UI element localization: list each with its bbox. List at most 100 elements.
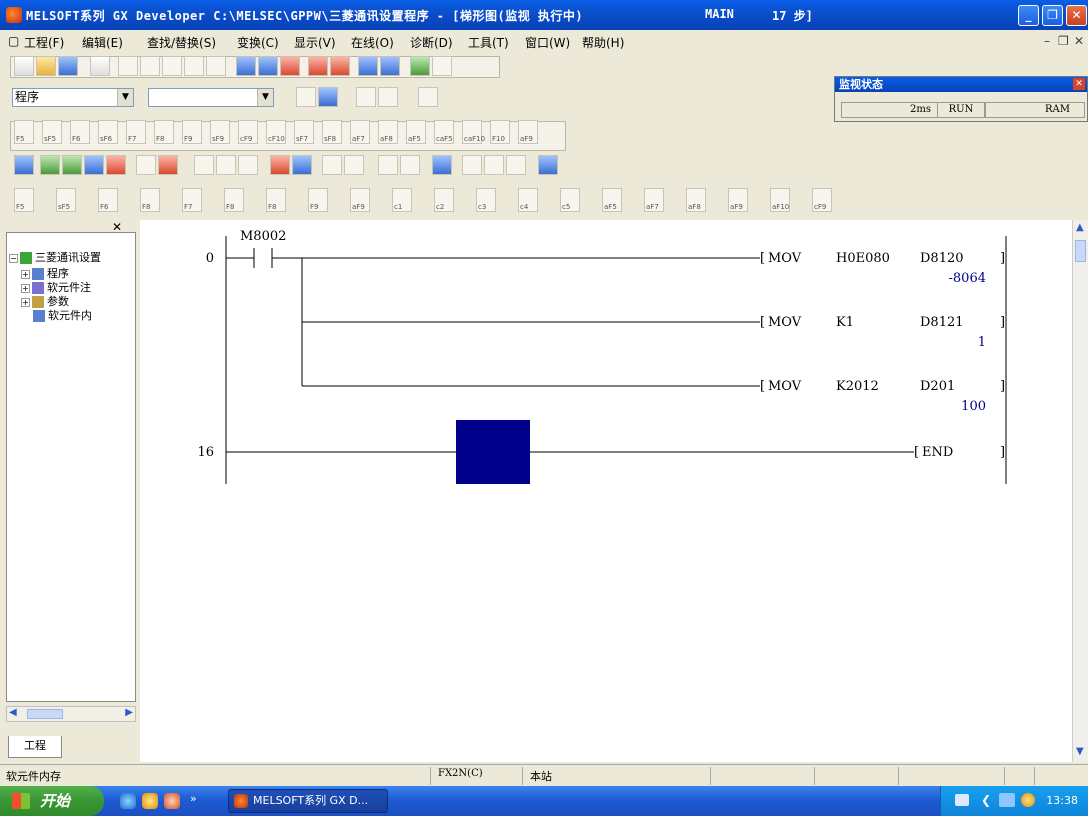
write-mode-icon[interactable] — [216, 155, 236, 175]
trace-icon[interactable] — [136, 155, 156, 175]
redo-icon[interactable] — [206, 56, 226, 76]
monitor-stop-icon[interactable] — [380, 56, 400, 76]
ladder-symbol-button[interactable]: aF7 — [350, 120, 370, 144]
ladder-symbol-button[interactable]: aF9 — [350, 188, 370, 212]
ladder-symbol-button[interactable]: aF8 — [686, 188, 706, 212]
paste-icon[interactable] — [162, 56, 182, 76]
search-icon[interactable] — [432, 155, 452, 175]
start-button[interactable]: 开始 — [0, 786, 104, 816]
scroll-right-icon[interactable]: ▶ — [125, 707, 133, 718]
diagnostic-icon[interactable] — [270, 155, 290, 175]
expand-icon[interactable]: + — [21, 269, 30, 279]
program-select[interactable]: 程序 ▼ — [12, 88, 134, 107]
ladder-editor[interactable]: M8002 0 16 [ MOV H0E080 D8120 ] -8064 [ … — [140, 220, 1072, 762]
find-contact-icon[interactable] — [280, 56, 300, 76]
ladder-symbol-button[interactable]: F6 — [98, 188, 118, 212]
close-icon[interactable]: ✕ — [1073, 78, 1085, 90]
menu-window[interactable]: 窗口(W) — [525, 34, 570, 51]
ladder-symbol-button[interactable]: cF9 — [238, 120, 258, 144]
ladder-symbol-button[interactable]: c5 — [560, 188, 580, 212]
ladder-symbol-button[interactable]: aF5 — [602, 188, 622, 212]
device-comment-icon[interactable] — [356, 87, 376, 107]
chevron-right-icon[interactable]: » — [190, 792, 197, 805]
menu-project[interactable]: 工程(F) — [24, 34, 64, 51]
mdi-restore-button[interactable]: ❐ — [1058, 34, 1069, 48]
ladder-symbol-button[interactable]: F10 — [490, 120, 510, 144]
app-quick-icon[interactable] — [164, 793, 180, 809]
ladder-vertical-scrollbar[interactable]: ▲ ▼ — [1072, 220, 1088, 762]
ladder-symbol-button[interactable]: sF9 — [210, 120, 230, 144]
ladder-symbol-button[interactable]: F8 — [224, 188, 244, 212]
monitor-start-icon[interactable] — [358, 56, 378, 76]
media-icon[interactable] — [142, 793, 158, 809]
ladder-symbol-button[interactable]: caF5 — [434, 120, 454, 144]
block-select[interactable]: ▼ — [148, 88, 274, 107]
ladder-symbol-button[interactable]: aF9 — [518, 120, 538, 144]
mdi-close-button[interactable]: ✕ — [1074, 34, 1084, 48]
ladder-symbol-button[interactable]: F9 — [182, 120, 202, 144]
ladder-symbol-button[interactable]: aF5 — [406, 120, 426, 144]
entry-data-icon[interactable] — [40, 155, 60, 175]
menu-tools[interactable]: 工具(T) — [468, 34, 509, 51]
tree-item-device-memory[interactable]: 软元件内 — [33, 307, 92, 323]
copy-icon[interactable] — [140, 56, 160, 76]
open-folder-icon[interactable] — [36, 56, 56, 76]
note-icon[interactable] — [418, 87, 438, 107]
ladder-symbol-button[interactable]: c2 — [434, 188, 454, 212]
taskbar-task-button[interactable]: MELSOFT系列 GX D... — [228, 789, 388, 813]
ladder-symbol-button[interactable]: F7 — [126, 120, 146, 144]
read-mode-icon[interactable] — [194, 155, 214, 175]
device-check-icon[interactable] — [400, 155, 420, 175]
expand-icon[interactable]: + — [21, 297, 30, 307]
ladder-symbol-button[interactable]: F8 — [140, 188, 160, 212]
read-plc-icon[interactable] — [308, 56, 328, 76]
network-icon[interactable] — [999, 793, 1015, 807]
zoom-icon[interactable] — [432, 56, 452, 76]
scroll-up-icon[interactable]: ▲ — [1076, 222, 1084, 233]
ladder-symbol-button[interactable]: F5 — [14, 120, 34, 144]
ladder-list-toggle-icon[interactable] — [318, 87, 338, 107]
program-check-icon[interactable] — [378, 155, 398, 175]
ladder-symbol-button[interactable]: F7 — [182, 188, 202, 212]
ladder-symbol-button[interactable]: sF5 — [56, 188, 76, 212]
menu-view[interactable]: 显示(V) — [294, 34, 336, 51]
menu-online[interactable]: 在线(O) — [351, 34, 394, 51]
ladder-symbol-button[interactable]: sF5 — [42, 120, 62, 144]
ladder-symbol-button[interactable]: aF8 — [378, 120, 398, 144]
save-icon[interactable] — [58, 56, 78, 76]
step-skip-icon[interactable] — [484, 155, 504, 175]
step-partial-icon[interactable] — [506, 155, 526, 175]
ladder-view-icon[interactable] — [410, 56, 430, 76]
zoom-in-icon[interactable] — [292, 155, 312, 175]
print-icon[interactable] — [90, 56, 110, 76]
ladder-symbol-button[interactable]: aF10 — [770, 188, 790, 212]
sum-icon[interactable] — [344, 155, 364, 175]
menu-diagnostics[interactable]: 诊断(D) — [410, 34, 453, 51]
menu-edit[interactable]: 编辑(E) — [82, 34, 123, 51]
window-icon[interactable] — [538, 155, 558, 175]
sampling-icon[interactable] — [158, 155, 178, 175]
scroll-thumb[interactable] — [27, 709, 63, 719]
close-button[interactable]: ✕ — [1066, 5, 1087, 26]
tree-root[interactable]: − 三菱通讯设置 — [9, 249, 101, 265]
maximize-button[interactable]: ❐ — [1042, 5, 1063, 26]
ladder-symbol-button[interactable]: c4 — [518, 188, 538, 212]
ladder-symbol-button[interactable]: cF10 — [266, 120, 286, 144]
ladder-symbol-button[interactable]: sF8 — [322, 120, 342, 144]
menu-convert[interactable]: 变换(C) — [237, 34, 279, 51]
ladder-symbol-button[interactable]: F6 — [70, 120, 90, 144]
undo-icon[interactable] — [184, 56, 204, 76]
new-file-icon[interactable] — [14, 56, 34, 76]
device-batch-icon[interactable] — [14, 155, 34, 175]
ie-icon[interactable] — [120, 793, 136, 809]
overwrite-icon[interactable] — [238, 155, 258, 175]
collapse-icon[interactable]: − — [9, 253, 18, 263]
find-instruction-icon[interactable] — [258, 56, 278, 76]
ladder-symbol-button[interactable]: aF9 — [728, 188, 748, 212]
write-plc-icon[interactable] — [330, 56, 350, 76]
back-icon[interactable]: ❮ — [981, 793, 991, 807]
menu-help[interactable]: 帮助(H) — [582, 34, 624, 51]
ladder-symbol-button[interactable]: aF7 — [644, 188, 664, 212]
tab-project[interactable]: 工程 — [8, 736, 62, 758]
expand-icon[interactable]: + — [21, 283, 30, 293]
